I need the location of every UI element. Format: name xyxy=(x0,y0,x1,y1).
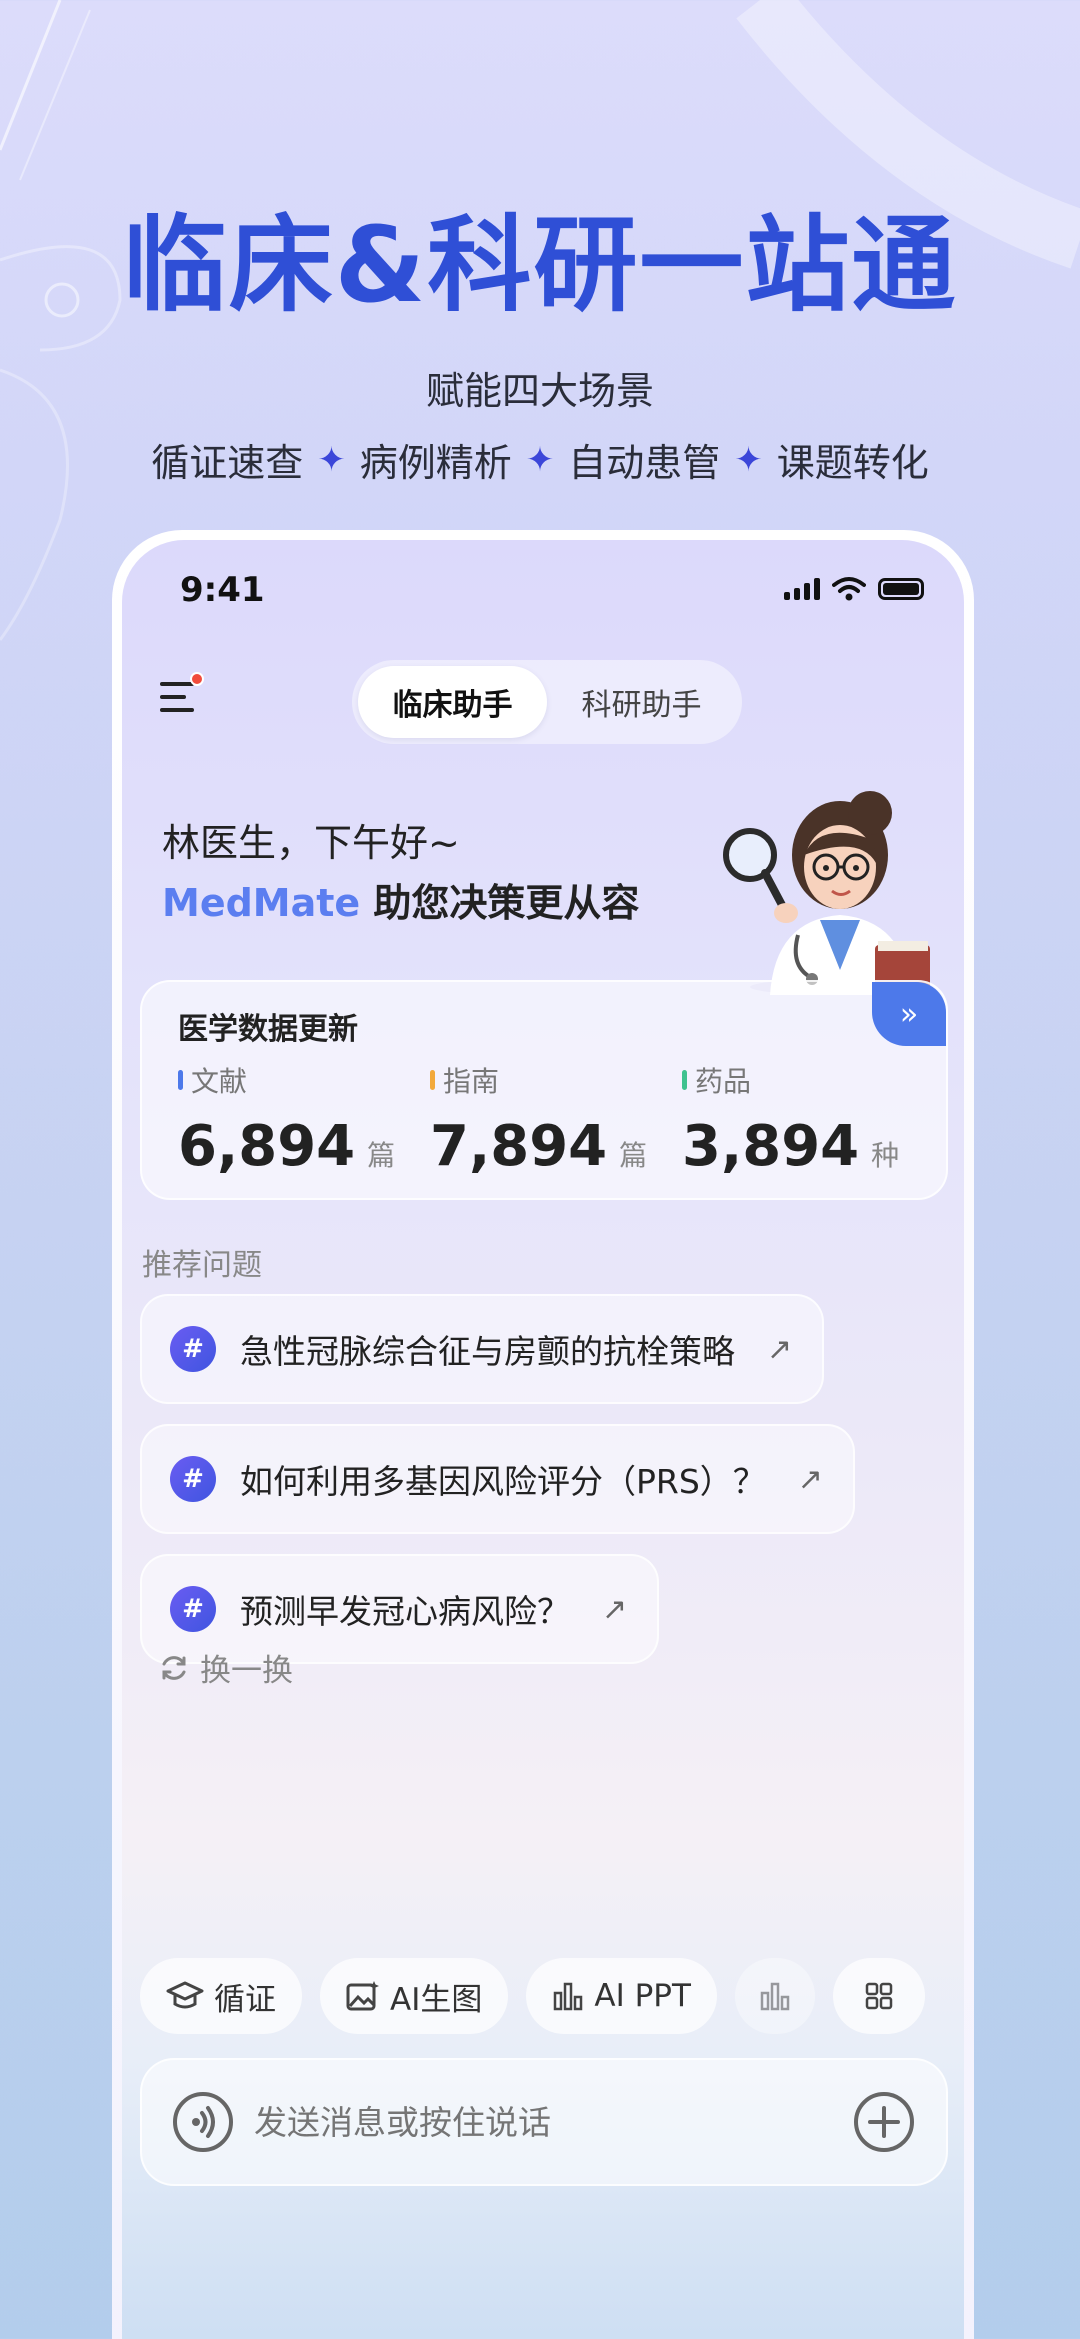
promo-subtitle: 赋能四大场景 xyxy=(425,369,654,413)
status-bar: 9:41 xyxy=(122,540,964,630)
status-icons xyxy=(784,576,924,602)
scene-label: 循证速查 xyxy=(151,441,304,485)
message-input[interactable] xyxy=(254,2102,832,2142)
suggested-question[interactable]: # 如何利用多基因风险评分（PRS）？ ↗ xyxy=(140,1424,855,1534)
medical-data-card[interactable]: 医学数据更新 » 文献 6,894 篇 指南 7,894 篇 药品 3,894 … xyxy=(140,980,948,1200)
evidence-tool-button[interactable]: 循证 xyxy=(140,1958,302,2034)
stat-label: 文献 xyxy=(191,1065,248,1098)
question-text: 预测早发冠心病风险？ xyxy=(240,1592,570,1631)
scene-label: 病例精析 xyxy=(359,441,512,485)
stat-value: 7,894 xyxy=(430,1114,608,1179)
recommend-title: 推荐问题 xyxy=(142,1248,262,1283)
status-time: 9:41 xyxy=(180,570,265,610)
suggested-question[interactable]: # 急性冠脉综合征与房颤的抗栓策略 ↗ xyxy=(140,1294,825,1404)
double-chevron-right-icon[interactable]: » xyxy=(872,982,946,1046)
signal-icon xyxy=(784,578,820,600)
grid-icon xyxy=(865,1982,893,2010)
tool-bar: 循证 AI生图 AI PPT xyxy=(140,1958,964,2034)
ai-image-tool-button[interactable]: AI生图 xyxy=(320,1958,509,2034)
stats-title: 医学数据更新 xyxy=(178,1012,358,1047)
tab-clinical-assistant[interactable]: 临床助手 xyxy=(358,666,547,738)
tab-research-assistant[interactable]: 科研助手 xyxy=(547,666,736,738)
question-text: 急性冠脉综合征与房颤的抗栓策略 xyxy=(240,1332,735,1371)
stat-unit: 篇 xyxy=(619,1139,648,1172)
stat-literature: 文献 6,894 篇 xyxy=(178,1060,395,1179)
battery-icon xyxy=(878,578,924,600)
arrow-up-right-icon: ↗ xyxy=(602,1591,628,1627)
wifi-icon xyxy=(832,577,866,601)
app-screen: 9:41 临床助手 科研助手 林医生，下午好~ MedMate 助您决策更从容 … xyxy=(122,540,964,2339)
hashtag-icon: # xyxy=(170,1456,216,1502)
more-tools-button[interactable] xyxy=(832,1958,925,2034)
tool-label: AI生图 xyxy=(390,1981,483,2018)
greeting-line: 林医生，下午好~ xyxy=(162,821,460,865)
stat-unit: 篇 xyxy=(367,1139,396,1172)
bar-chart-icon xyxy=(554,1982,583,2011)
graduation-cap-icon xyxy=(166,1981,204,2009)
arrow-up-right-icon: ↗ xyxy=(797,1461,823,1497)
tagline-text: 助您决策更从容 xyxy=(360,881,640,925)
stat-value: 6,894 xyxy=(178,1114,356,1179)
ai-ppt-tool-button[interactable]: AI PPT xyxy=(526,1958,717,2034)
stat-marker xyxy=(178,1070,183,1090)
sparkle-icon: ✦ xyxy=(525,439,555,480)
plus-icon[interactable] xyxy=(852,2090,916,2154)
hashtag-icon: # xyxy=(170,1326,216,1372)
stat-marker xyxy=(430,1070,435,1090)
arrow-up-right-icon: ↗ xyxy=(767,1331,793,1367)
chart-tool-button[interactable] xyxy=(734,1958,815,2034)
refresh-button[interactable]: 换一换 xyxy=(158,1645,293,1690)
greeting-tagline: MedMate 助您决策更从容 xyxy=(162,872,639,927)
sparkle-icon: ✦ xyxy=(317,439,346,480)
stat-unit: 种 xyxy=(871,1139,900,1172)
voice-icon[interactable] xyxy=(172,2091,234,2153)
stat-value: 3,894 xyxy=(682,1114,860,1179)
stat-drugs: 药品 3,894 种 xyxy=(682,1060,899,1179)
scene-label: 自动患管 xyxy=(568,441,721,485)
tool-label: 循证 xyxy=(214,1981,276,2018)
sparkle-icon: ✦ xyxy=(734,439,763,480)
question-text: 如何利用多基因风险评分（PRS）？ xyxy=(240,1462,766,1501)
stat-label: 指南 xyxy=(443,1065,500,1098)
stat-marker xyxy=(682,1070,687,1090)
promo-headline: 临床&科研一站通 xyxy=(122,204,958,326)
promo-scenes: 循证速查 ✦ 病例精析 ✦ 自动患管 ✦ 课题转化 xyxy=(0,432,1080,487)
assistant-switcher: 临床助手 科研助手 xyxy=(352,660,742,744)
doctor-mascot-illustration xyxy=(723,791,930,995)
tool-label: AI PPT xyxy=(594,1978,691,2014)
message-composer xyxy=(140,2058,948,2186)
scene-label: 课题转化 xyxy=(776,441,929,485)
stat-label: 药品 xyxy=(695,1065,752,1098)
refresh-icon xyxy=(162,1655,186,1680)
bar-chart-icon xyxy=(760,1982,790,2011)
stat-guidelines: 指南 7,894 篇 xyxy=(430,1060,647,1179)
phone-frame: 9:41 临床助手 科研助手 林医生，下午好~ MedMate 助您决策更从容 … xyxy=(112,530,974,2339)
brand-name: MedMate xyxy=(162,881,361,925)
notification-dot xyxy=(190,672,204,686)
refresh-label: 换一换 xyxy=(200,1653,293,1689)
menu-icon[interactable] xyxy=(160,682,200,716)
hashtag-icon: # xyxy=(170,1586,216,1632)
image-sparkle-icon xyxy=(346,1981,379,2011)
